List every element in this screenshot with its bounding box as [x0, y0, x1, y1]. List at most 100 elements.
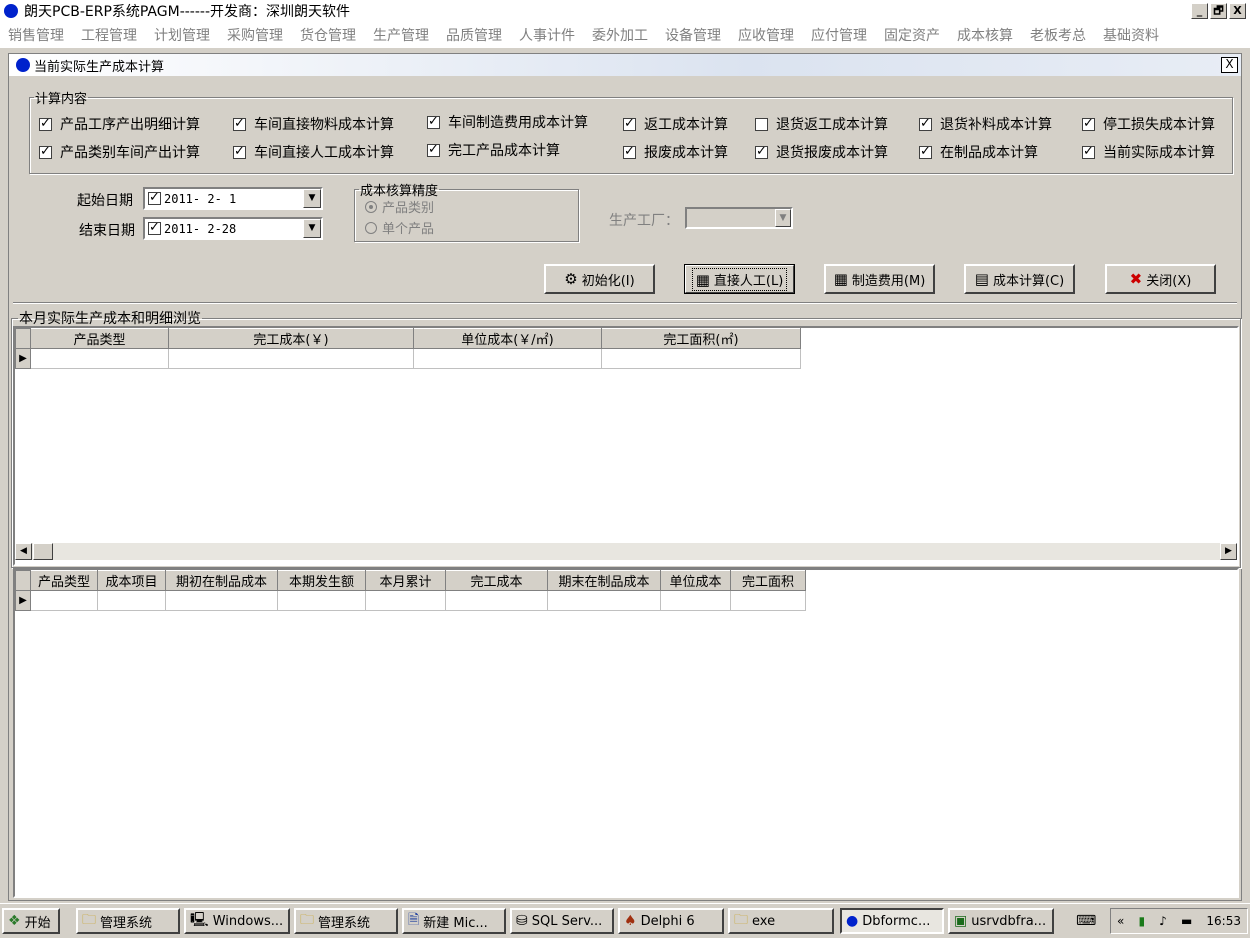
start-date-picker[interactable]: 2011- 2- 1 ▼ [143, 187, 323, 210]
cb-direct-material[interactable]: 车间直接物料成本计算 [233, 114, 394, 134]
summary-grid[interactable]: 产品类型 完工成本(￥) 单位成本(￥/㎡) 完工面积(㎡) ▶ ◀ ▶ [13, 326, 1239, 566]
col-header[interactable]: 单位成本 [660, 570, 731, 591]
menu-payables[interactable]: 应付管理 [803, 25, 876, 45]
menu-purchasing[interactable]: 采购管理 [219, 25, 292, 45]
col-header[interactable]: 完工面积 [730, 570, 806, 591]
menu-basic-data[interactable]: 基础资料 [1095, 25, 1168, 45]
cb-current-actual[interactable]: 当前实际成本计算 [1082, 142, 1215, 162]
cost-calc-button[interactable]: ▤ 成本计算(C) [964, 264, 1075, 294]
end-date-picker[interactable]: 2011- 2-28 ▼ [143, 217, 323, 240]
table-cell[interactable] [97, 590, 166, 611]
col-header[interactable]: 产品类型 [30, 570, 98, 591]
cb-mfg-overhead[interactable]: 车间制造费用成本计算 [427, 112, 588, 132]
task-item-active[interactable]: ● Dbformc... [840, 908, 944, 934]
mfg-cost-button[interactable]: ▦ 制造费用(M) [824, 264, 935, 294]
clock[interactable]: 16:53 [1206, 914, 1241, 928]
menu-outsourcing[interactable]: 委外加工 [584, 25, 657, 45]
dropdown-arrow-icon[interactable]: ▼ [775, 209, 791, 227]
col-header[interactable]: 完工面积(㎡) [601, 328, 801, 349]
scroll-thumb[interactable] [33, 543, 53, 560]
task-item[interactable]: ♠ Delphi 6 [618, 908, 724, 934]
start-button[interactable]: ❖ 开始 [2, 908, 60, 934]
table-cell[interactable] [413, 348, 602, 369]
col-header[interactable]: 期末在制品成本 [547, 570, 661, 591]
detail-grid[interactable]: 产品类型 成本项目 期初在制品成本 本期发生额 本月累计 完工成本 期末在制品成… [13, 568, 1239, 898]
menu-planning[interactable]: 计划管理 [146, 25, 219, 45]
summary-hscrollbar[interactable]: ◀ ▶ [15, 542, 1237, 560]
cb-finished-product[interactable]: 完工产品成本计算 [427, 140, 560, 160]
task-item[interactable]: 🗀 管理系统 [76, 908, 180, 934]
cb-rework[interactable]: 返工成本计算 [623, 114, 728, 134]
task-item[interactable]: 🗎 新建 Mic... [402, 908, 506, 934]
table-cell[interactable] [547, 590, 661, 611]
keyboard-icon[interactable]: ⌨ [1076, 913, 1096, 929]
col-header[interactable]: 期初在制品成本 [165, 570, 278, 591]
col-header[interactable]: 成本项目 [97, 570, 166, 591]
monitor-icon[interactable]: ▬ [1181, 914, 1192, 928]
col-header[interactable]: 完工成本 [445, 570, 548, 591]
table-cell[interactable] [445, 590, 548, 611]
minimize-button[interactable]: _ [1191, 3, 1208, 19]
table-cell[interactable] [30, 590, 98, 611]
table-cell[interactable] [660, 590, 731, 611]
table-cell[interactable] [168, 348, 414, 369]
checkbox-icon[interactable] [148, 190, 161, 205]
table-row[interactable]: ▶ [15, 348, 801, 369]
menu-boss-review[interactable]: 老板考总 [1022, 25, 1095, 45]
scroll-left-icon[interactable]: ◀ [15, 543, 32, 560]
cb-return-rework[interactable]: 退货返工成本计算 [755, 114, 888, 134]
close-app-button[interactable]: X [1229, 3, 1246, 19]
cb-category-output[interactable]: 产品类别车间产出计算 [39, 142, 200, 162]
table-cell[interactable] [165, 590, 278, 611]
checkbox-icon[interactable] [148, 220, 161, 235]
dropdown-arrow-icon[interactable]: ▼ [303, 189, 321, 208]
col-header[interactable]: 本期发生额 [277, 570, 366, 591]
volume-icon[interactable]: ♪ [1159, 914, 1167, 928]
task-item[interactable]: ▣ usrvdbfra... [948, 908, 1054, 934]
col-header[interactable]: 本月累计 [365, 570, 446, 591]
mfg-cost-label: 制造费用(M) [851, 273, 926, 289]
cb-return-scrap[interactable]: 退货报废成本计算 [755, 142, 888, 162]
radio-product-category[interactable]: 产品类别 [365, 197, 434, 216]
factory-select[interactable]: ▼ [685, 207, 793, 229]
table-cell[interactable] [30, 348, 169, 369]
radio-single-product[interactable]: 单个产品 [365, 218, 434, 237]
init-button[interactable]: ⚙ 初始化(I) [544, 264, 655, 294]
restore-button[interactable]: 🗗 [1210, 3, 1227, 19]
cb-direct-labor[interactable]: 车间直接人工成本计算 [233, 142, 394, 162]
close-button[interactable]: ✖ 关闭(X) [1105, 264, 1216, 294]
cb-return-material[interactable]: 退货补料成本计算 [919, 114, 1052, 134]
col-header[interactable]: 单位成本(￥/㎡) [413, 328, 602, 349]
task-item[interactable]: 🖳 Windows... [184, 908, 290, 934]
menu-equipment[interactable]: 设备管理 [657, 25, 730, 45]
dropdown-arrow-icon[interactable]: ▼ [303, 219, 321, 238]
task-item[interactable]: 🗀 管理系统 [294, 908, 398, 934]
table-cell[interactable] [365, 590, 446, 611]
tray-expand-icon[interactable]: « [1117, 914, 1124, 928]
table-cell[interactable] [277, 590, 366, 611]
cb-scrap[interactable]: 报废成本计算 [623, 142, 728, 162]
cb-downtime-loss[interactable]: 停工损失成本计算 [1082, 114, 1215, 134]
table-cell[interactable] [601, 348, 801, 369]
menu-warehouse[interactable]: 货仓管理 [292, 25, 365, 45]
col-header[interactable]: 完工成本(￥) [168, 328, 414, 349]
task-item[interactable]: ⛁ SQL Serv... [510, 908, 614, 934]
menu-fixed-assets[interactable]: 固定资产 [876, 25, 949, 45]
col-header[interactable]: 产品类型 [30, 328, 169, 349]
network-icon[interactable]: ▮ [1138, 914, 1145, 928]
menu-hr-piecework[interactable]: 人事计件 [511, 25, 584, 45]
menu-production[interactable]: 生产管理 [365, 25, 438, 45]
menu-quality[interactable]: 品质管理 [438, 25, 511, 45]
menu-receivables[interactable]: 应收管理 [730, 25, 803, 45]
cb-wip[interactable]: 在制品成本计算 [919, 142, 1038, 162]
cb-process-output[interactable]: 产品工序产出明细计算 [39, 114, 200, 134]
table-cell[interactable] [730, 590, 806, 611]
task-item[interactable]: 🗀 exe [728, 908, 834, 934]
scroll-right-icon[interactable]: ▶ [1220, 543, 1237, 560]
child-close-button[interactable]: X [1221, 57, 1238, 73]
menu-engineering[interactable]: 工程管理 [73, 25, 146, 45]
menu-cost-accounting[interactable]: 成本核算 [949, 25, 1022, 45]
table-row[interactable]: ▶ [15, 590, 806, 611]
direct-labor-button[interactable]: ▦ 直接人工(L) [684, 264, 795, 294]
menu-sales[interactable]: 销售管理 [0, 25, 73, 45]
